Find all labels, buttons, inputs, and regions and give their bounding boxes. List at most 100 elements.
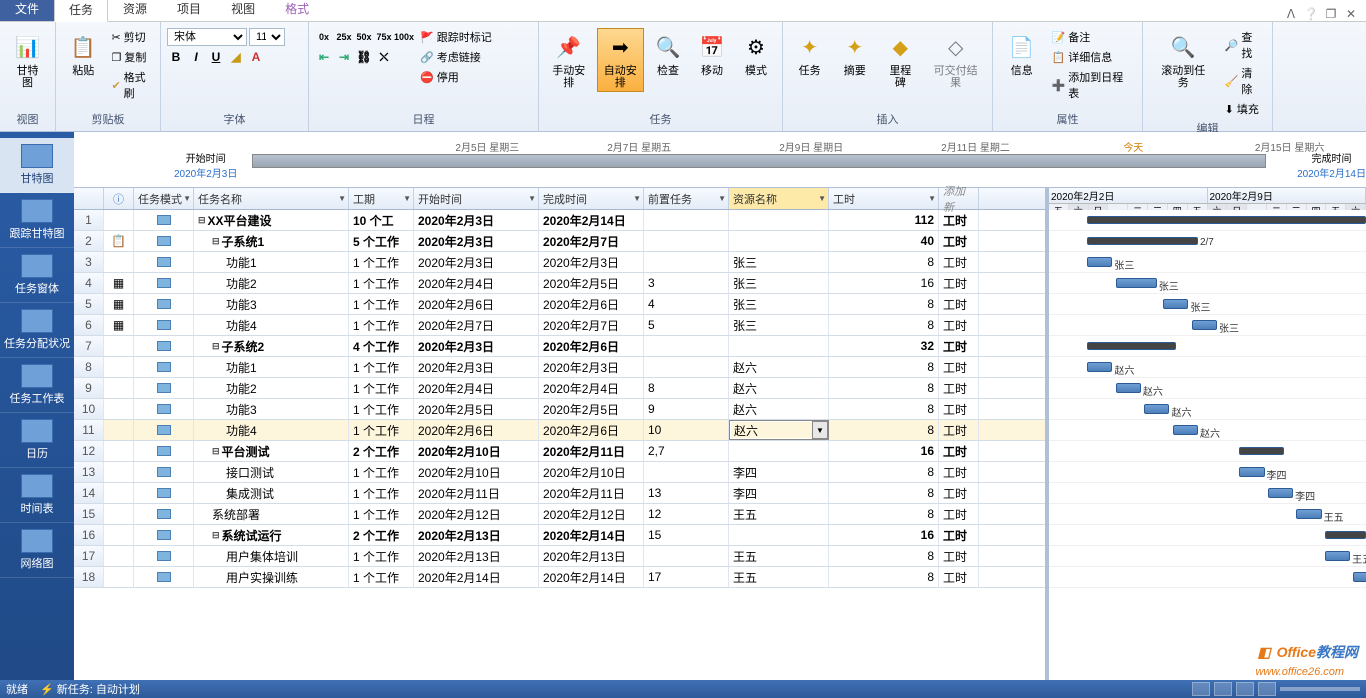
cell-res[interactable]: 李四 xyxy=(729,462,829,482)
bold-button[interactable]: B xyxy=(167,48,185,66)
scroll-to-task-button[interactable]: 🔍滚动到任务 xyxy=(1149,28,1218,92)
cell-start[interactable]: 2020年2月10日 xyxy=(414,462,539,482)
cell-pred[interactable] xyxy=(644,546,729,566)
cell-end[interactable]: 2020年2月6日 xyxy=(539,336,644,356)
cell-pred[interactable] xyxy=(644,357,729,377)
cell-work[interactable]: 40 xyxy=(829,231,939,251)
cell-res[interactable]: 赵六 xyxy=(729,378,829,398)
col-predecessors[interactable]: 前置任务▼ xyxy=(644,188,729,209)
cell-pred[interactable]: 17 xyxy=(644,567,729,587)
cell-index[interactable]: 18 xyxy=(74,567,104,587)
cell-work[interactable]: 8 xyxy=(829,504,939,524)
cell-res[interactable]: 张三 xyxy=(729,315,829,335)
cell-index[interactable]: 6 xyxy=(74,315,104,335)
cell-mode[interactable] xyxy=(134,462,194,482)
help-icon[interactable]: ❔ xyxy=(1304,7,1318,21)
cell-mode[interactable] xyxy=(134,252,194,272)
table-row[interactable]: 13接口测试1 个工作2020年2月10日2020年2月10日李四8工时 xyxy=(74,462,1045,483)
tab-project[interactable]: 项目 xyxy=(162,0,216,21)
cell-res[interactable] xyxy=(729,525,829,545)
table-row[interactable]: 14集成测试1 个工作2020年2月11日2020年2月11日13李四8工时 xyxy=(74,483,1045,504)
cell-work[interactable]: 16 xyxy=(829,273,939,293)
table-row[interactable]: 8功能11 个工作2020年2月3日2020年2月3日赵六8工时 xyxy=(74,357,1045,378)
font-name-select[interactable]: 宋体 xyxy=(167,28,247,46)
cell-end[interactable]: 2020年2月11日 xyxy=(539,441,644,461)
cell-name[interactable]: 集成测试 xyxy=(194,483,349,503)
cell-res[interactable]: 赵六 xyxy=(729,399,829,419)
gantt-bar[interactable] xyxy=(1087,216,1366,224)
cell-work[interactable]: 8 xyxy=(829,357,939,377)
cell-end[interactable]: 2020年2月5日 xyxy=(539,273,644,293)
view-btn-4[interactable] xyxy=(1258,682,1276,696)
cell-name[interactable]: 功能4 xyxy=(194,420,349,440)
table-row[interactable]: 2📋⊟子系统15 个工作2020年2月3日2020年2月7日40工时 xyxy=(74,231,1045,252)
pct100-button[interactable]: 100x xyxy=(395,28,413,46)
insert-task-button[interactable]: ✦任务 xyxy=(789,28,830,80)
cell-index[interactable]: 10 xyxy=(74,399,104,419)
cell-name[interactable]: 功能1 xyxy=(194,252,349,272)
insert-deliverable-button[interactable]: ◇可交付结果 xyxy=(925,28,986,92)
cell-dur[interactable]: 1 个工作 xyxy=(349,420,414,440)
cell-info[interactable]: ▦ xyxy=(104,273,134,293)
cell-start[interactable]: 2020年2月3日 xyxy=(414,357,539,377)
col-resources[interactable]: 资源名称▼ xyxy=(729,188,829,209)
cell-index[interactable]: 1 xyxy=(74,210,104,230)
cell-res[interactable] xyxy=(729,336,829,356)
cell-start[interactable]: 2020年2月12日 xyxy=(414,504,539,524)
cell-res[interactable]: 王五 xyxy=(729,546,829,566)
info-button[interactable]: 📄信息 xyxy=(999,28,1045,80)
cell-mode[interactable] xyxy=(134,210,194,230)
cell-work[interactable]: 32 xyxy=(829,336,939,356)
cell-dur[interactable]: 10 个工 xyxy=(349,210,414,230)
table-row[interactable]: 18用户实操训练1 个工作2020年2月14日2020年2月14日17王五8工时 xyxy=(74,567,1045,588)
gantt-bar[interactable] xyxy=(1325,531,1366,539)
cell-mode[interactable] xyxy=(134,357,194,377)
cell-index[interactable]: 16 xyxy=(74,525,104,545)
sidebar-item-0[interactable]: 甘特图 xyxy=(0,138,74,193)
gantt-bar[interactable] xyxy=(1087,342,1176,350)
col-info[interactable]: ⓘ xyxy=(104,188,134,209)
cell-start[interactable]: 2020年2月3日 xyxy=(414,210,539,230)
cell-info[interactable] xyxy=(104,399,134,419)
gantt-bar[interactable]: 张三 xyxy=(1087,257,1112,267)
cell-end[interactable]: 2020年2月12日 xyxy=(539,504,644,524)
cell-start[interactable]: 2020年2月11日 xyxy=(414,483,539,503)
gantt-bar[interactable]: 王五 xyxy=(1296,509,1321,519)
cell-info[interactable] xyxy=(104,546,134,566)
table-row[interactable]: 3功能11 个工作2020年2月3日2020年2月3日张三8工时 xyxy=(74,252,1045,273)
cell-name[interactable]: ⊟系统试运行 xyxy=(194,525,349,545)
table-row[interactable]: 4▦功能21 个工作2020年2月4日2020年2月5日3张三16工时 xyxy=(74,273,1045,294)
cell-work[interactable]: 8 xyxy=(829,483,939,503)
view-btn-2[interactable] xyxy=(1214,682,1232,696)
manual-schedule-button[interactable]: 📌手动安排 xyxy=(545,28,593,92)
cell-pred[interactable]: 3 xyxy=(644,273,729,293)
timeline-bar[interactable]: 2月5日 星期三2月7日 星期五2月9日 星期日2月11日 星期二今天2月15日… xyxy=(252,154,1266,168)
cell-dur[interactable]: 2 个工作 xyxy=(349,525,414,545)
cell-end[interactable]: 2020年2月3日 xyxy=(539,252,644,272)
cell-name[interactable]: 系统部署 xyxy=(194,504,349,524)
gantt-bar[interactable]: 张三 xyxy=(1163,299,1188,309)
cell-work[interactable]: 8 xyxy=(829,546,939,566)
cell-res[interactable] xyxy=(729,231,829,251)
cell-name[interactable]: 用户实操训练 xyxy=(194,567,349,587)
gantt-bar[interactable]: 赵六 xyxy=(1116,383,1141,393)
cell-pred[interactable]: 13 xyxy=(644,483,729,503)
cell-mode[interactable] xyxy=(134,441,194,461)
cell-res[interactable]: 王五 xyxy=(729,504,829,524)
cell-pred[interactable]: 12 xyxy=(644,504,729,524)
cell-start[interactable]: 2020年2月13日 xyxy=(414,546,539,566)
gantt-bar[interactable]: 张三 xyxy=(1116,278,1157,288)
cell-mode[interactable] xyxy=(134,546,194,566)
cell-res[interactable] xyxy=(729,210,829,230)
cell-dur[interactable]: 1 个工作 xyxy=(349,462,414,482)
clear-button[interactable]: 🧹清除 xyxy=(1222,64,1266,98)
cell-dur[interactable]: 1 个工作 xyxy=(349,294,414,314)
cell-start[interactable]: 2020年2月4日 xyxy=(414,273,539,293)
copy-button[interactable]: ❐复制 xyxy=(108,48,154,66)
cell-dur[interactable]: 2 个工作 xyxy=(349,441,414,461)
col-duration[interactable]: 工期▼ xyxy=(349,188,414,209)
sidebar-item-6[interactable]: 时间表 xyxy=(0,468,74,523)
details-button[interactable]: 📋详细信息 xyxy=(1049,48,1136,66)
dropdown-icon[interactable]: ▼ xyxy=(812,421,828,439)
cell-dur[interactable]: 1 个工作 xyxy=(349,546,414,566)
